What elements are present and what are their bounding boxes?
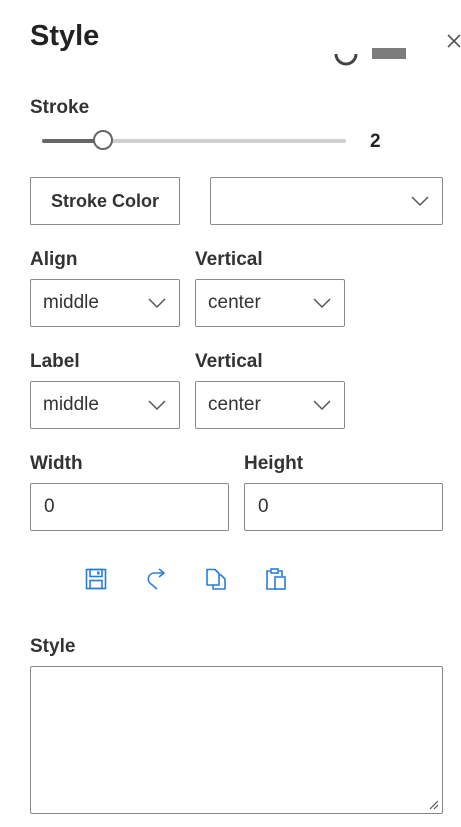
- align-select-value: middle: [43, 292, 99, 313]
- label-vertical-select[interactable]: center: [195, 381, 345, 429]
- label-vertical-select-value: center: [208, 394, 261, 415]
- clipped-opacity-control: [334, 48, 424, 72]
- stroke-label: Stroke: [30, 97, 90, 118]
- width-label: Width: [30, 453, 83, 474]
- chevron-down-icon: [148, 400, 166, 411]
- height-input-value: 0: [258, 496, 269, 517]
- height-label: Height: [244, 453, 304, 474]
- label-position-select-value: middle: [43, 394, 99, 415]
- close-icon[interactable]: [446, 30, 461, 52]
- align-vertical-select[interactable]: center: [195, 279, 345, 327]
- style-textarea[interactable]: [30, 666, 443, 814]
- stroke-slider-thumb[interactable]: [92, 130, 113, 150]
- copy-icon[interactable]: [204, 567, 228, 591]
- align-label: Align: [30, 249, 78, 270]
- label-position-select[interactable]: middle: [30, 381, 180, 429]
- panel-title: Style: [30, 20, 100, 52]
- chevron-down-icon: [148, 298, 166, 309]
- label-vertical-label: Vertical: [195, 351, 263, 372]
- redo-icon[interactable]: [144, 567, 168, 591]
- resize-grip-icon[interactable]: [427, 798, 439, 810]
- chevron-down-icon: [313, 298, 331, 309]
- chevron-down-icon: [411, 196, 429, 207]
- save-icon[interactable]: [84, 567, 108, 591]
- stroke-color-select[interactable]: [210, 177, 443, 225]
- width-input[interactable]: 0: [30, 483, 229, 531]
- width-input-value: 0: [44, 496, 55, 517]
- chevron-down-icon: [313, 400, 331, 411]
- align-vertical-select-value: center: [208, 292, 261, 313]
- style-label: Style: [30, 636, 76, 657]
- stroke-color-button[interactable]: Stroke Color: [30, 177, 180, 225]
- height-input[interactable]: 0: [244, 483, 443, 531]
- paste-icon[interactable]: [264, 567, 288, 591]
- stroke-value: 2: [370, 131, 381, 152]
- align-vertical-label: Vertical: [195, 249, 263, 270]
- align-select[interactable]: middle: [30, 279, 180, 327]
- label-position-label: Label: [30, 351, 80, 372]
